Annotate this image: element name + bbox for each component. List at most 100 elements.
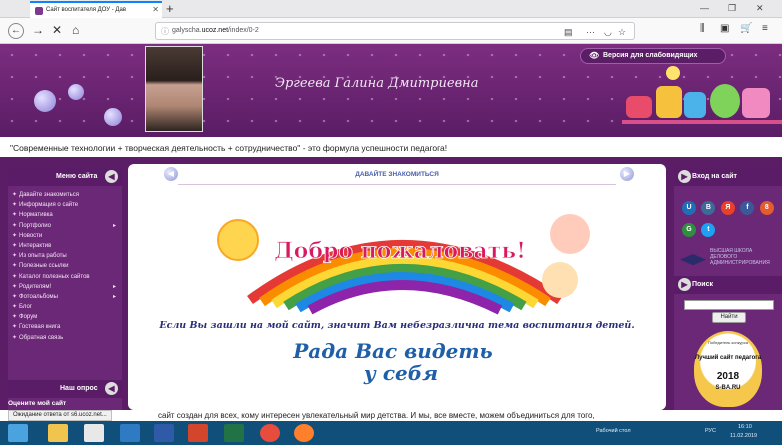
menu-item[interactable]: ✦ Форум <box>12 312 122 322</box>
menu-item[interactable]: ✦ Нормативка <box>12 210 122 220</box>
new-tab-button[interactable]: + <box>166 1 174 16</box>
word-icon[interactable] <box>154 424 174 442</box>
badge-caption: Победитель конкурса <box>708 340 748 345</box>
bullet-icon: ✦ <box>12 212 18 219</box>
window-close-icon[interactable]: ✕ <box>756 3 764 14</box>
toys-illustration <box>622 66 782 132</box>
menu-title: Меню сайта <box>56 173 98 180</box>
hamburger-menu-icon[interactable]: ≡ <box>762 23 768 34</box>
greeting-script: Рада Вас видеть у себя <box>288 340 498 384</box>
google-icon[interactable]: G <box>682 223 696 237</box>
bullet-icon: ✦ <box>12 232 18 239</box>
tab-strip: Сайт воспитателя ДОУ - Дав ✕ + — ❐ ✕ <box>0 0 782 18</box>
award-badge[interactable]: Победитель конкурса Лучший сайт педагога… <box>694 331 762 407</box>
welcome-banner-image: Добро пожаловать! <box>217 214 590 315</box>
bullet-icon: ✦ <box>12 263 18 270</box>
file-explorer-icon[interactable] <box>48 424 68 442</box>
pocket-icon[interactable]: ◡ <box>604 27 612 38</box>
slogan-text: "Современные технологии + творческая дея… <box>10 143 448 153</box>
windows-taskbar: Рабочий стол РУС 16:10 11.02.2019 <box>0 421 782 445</box>
minimize-icon[interactable]: — <box>700 3 709 13</box>
site-title: Эргеева Галина Дмитриевна <box>275 76 479 91</box>
right-sidebar: ▶ Вход на сайт U В Я f 8 G t Высшая школ… <box>674 168 782 410</box>
reader-view-icon[interactable]: ▤ <box>564 27 573 38</box>
menu-item[interactable]: ✦ Гостевая книга <box>12 322 122 332</box>
url-prefix: galyscha. <box>172 27 202 34</box>
clock-time[interactable]: 16:10 <box>738 424 752 430</box>
poll-title: Наш опрос <box>60 385 98 392</box>
menu-item[interactable]: ✦ Из опыта работы <box>12 251 122 261</box>
menu-item[interactable]: ✦ Родителям! ▸ <box>12 282 122 292</box>
menu-item[interactable]: ✦ Обратная связь <box>12 333 122 343</box>
search-title: Поиск <box>692 281 714 288</box>
excel-icon[interactable] <box>224 424 244 442</box>
back-arrow-icon[interactable]: ← <box>8 23 24 39</box>
menu-item[interactable]: ✦ Блог <box>12 302 122 312</box>
badge-title: Лучший сайт педагога <box>694 355 762 361</box>
maximize-icon[interactable]: ❐ <box>728 3 736 14</box>
author-photo <box>145 46 203 132</box>
slogan-bar: "Современные технологии + творческая дея… <box>0 134 782 160</box>
sidebar-icon[interactable]: ▣ <box>720 23 729 34</box>
expand-arrow-icon[interactable]: ▶ <box>678 170 691 183</box>
menu-item[interactable]: ✦ Каталог полезных сайтов <box>12 272 122 282</box>
welcome-text: Добро пожаловать! <box>274 238 526 264</box>
graduation-cap-icon <box>680 254 706 266</box>
start-button-icon[interactable] <box>8 424 28 442</box>
menu-item[interactable]: ✦ Фотоальбомы ▸ <box>12 292 122 302</box>
collapse-arrow-icon[interactable]: ◀ <box>105 170 118 183</box>
heading-divider <box>178 184 616 185</box>
cart-icon[interactable]: 🛒 <box>740 23 752 34</box>
collapse-arrow-icon[interactable]: ◀ <box>105 382 118 395</box>
submenu-arrow-icon: ▸ <box>112 293 116 300</box>
stop-icon[interactable]: ✕ <box>52 23 62 37</box>
bullet-icon: ✦ <box>12 202 18 209</box>
bubble-decoration <box>104 108 122 126</box>
yandex-icon[interactable]: Я <box>720 201 735 215</box>
clock-date[interactable]: 11.02.2019 <box>730 433 757 439</box>
site-info-icon[interactable]: ⓘ <box>161 26 169 37</box>
bullet-icon: ✦ <box>12 273 18 280</box>
login-header: ▶ Вход на сайт <box>674 168 782 186</box>
powerpoint-icon[interactable] <box>188 424 208 442</box>
menu-item[interactable]: ✦ Новости <box>12 231 122 241</box>
bookmark-star-icon[interactable]: ☆ <box>618 27 626 38</box>
accessibility-version-label: Версия для слабовидящих <box>603 52 698 59</box>
menu-item[interactable]: ✦ Портфолио ▸ <box>12 221 122 231</box>
tagline: Если Вы зашли на мой сайт, значит Вам не… <box>159 320 635 331</box>
address-bar[interactable]: ⓘ galyscha.ucoz.net/index/0-2 ▤ ··· ◡ ☆ <box>155 22 635 40</box>
menu-item[interactable]: ✦ Полезные ссылки <box>12 261 122 271</box>
tab-active[interactable]: Сайт воспитателя ДОУ - Дав ✕ <box>30 1 162 18</box>
library-icon[interactable]: ⫼ <box>700 23 705 34</box>
expand-arrow-icon[interactable]: ▶ <box>678 278 691 291</box>
odnoklassniki-icon[interactable]: 8 <box>759 201 774 215</box>
bullet-icon: ✦ <box>12 192 18 198</box>
menu-item[interactable]: ✦ Интерактив <box>12 241 122 251</box>
facebook-icon[interactable]: f <box>740 201 755 215</box>
desktop-label[interactable]: Рабочий стол <box>596 428 631 434</box>
tab-close-icon[interactable]: ✕ <box>152 5 159 14</box>
bullet-icon: ✦ <box>12 242 18 249</box>
language-indicator[interactable]: РУС <box>705 428 716 434</box>
firefox-icon[interactable] <box>294 424 314 442</box>
twitter-icon[interactable]: t <box>701 223 716 237</box>
search-button[interactable]: Найти <box>712 312 746 323</box>
menu-item[interactable]: ✦ Информация о сайте <box>12 200 122 210</box>
document-icon[interactable] <box>84 424 104 442</box>
accessibility-version-button[interactable]: 👁 Версия для слабовидящих <box>580 48 726 64</box>
eye-icon: 👁 <box>589 51 600 60</box>
vk-icon[interactable]: В <box>701 201 716 215</box>
search-input[interactable] <box>684 300 774 310</box>
page-actions-icon[interactable]: ··· <box>586 27 595 37</box>
window-app-icon[interactable] <box>120 424 140 442</box>
ucoz-icon[interactable]: U <box>682 201 696 215</box>
school-banner[interactable]: Высшая школа делового администрирования <box>680 248 780 278</box>
home-icon[interactable]: ⌂ <box>72 23 79 37</box>
poll-question: Оцените мой сайт <box>8 400 67 407</box>
bullet-icon: ✦ <box>12 222 18 229</box>
menu-item[interactable]: ✦ Давайте знакомиться <box>12 190 122 200</box>
page-heading: ДАВАЙТЕ ЗНАКОМИТЬСЯ <box>355 171 439 178</box>
forward-arrow-icon[interactable]: → <box>32 23 44 37</box>
yandex-browser-icon[interactable] <box>260 424 280 442</box>
status-bar: Ожидание ответа от s6.ucoz.net... <box>8 410 112 421</box>
